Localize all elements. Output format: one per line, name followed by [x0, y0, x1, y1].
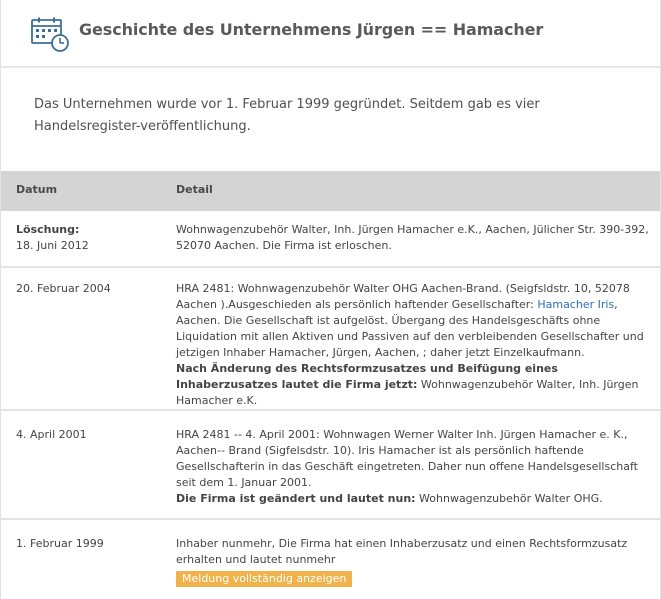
date-cell: 4. April 2001 [16, 427, 166, 443]
table-header: Datum Detail [1, 171, 660, 211]
date-value: 4. April 2001 [16, 428, 87, 441]
column-header-datum: Datum [16, 183, 58, 196]
detail-text: HRA 2481 -- 4. April 2001: Wohnwagen Wer… [176, 428, 638, 489]
detail-cell: HRA 2481 -- 4. April 2001: Wohnwagen Wer… [176, 427, 656, 507]
date-value: 20. Februar 2004 [16, 282, 111, 295]
detail-text: Inhaber nunmehr, Die Firma hat einen Inh… [176, 537, 628, 566]
page: Geschichte des Unternehmens Jürgen == Ha… [0, 0, 661, 599]
table-row: 4. April 2001 HRA 2481 -- 4. April 2001:… [1, 411, 660, 520]
page-title: Geschichte des Unternehmens Jürgen == Ha… [79, 20, 544, 39]
date-cell: 1. Februar 1999 [16, 536, 166, 552]
deletion-label: Löschung: [16, 223, 80, 236]
calendar-clock-icon [31, 17, 69, 52]
date-value: 1. Februar 1999 [16, 537, 104, 550]
column-header-detail: Detail [176, 183, 213, 196]
detail-text: Wohnwagenzubehör Walter, Inh. Jürgen Ham… [176, 223, 649, 252]
show-full-message-button[interactable]: Meldung vollständig anzeigen [176, 571, 353, 587]
date-cell: 20. Februar 2004 [16, 281, 166, 297]
table-row: Löschung: 18. Juni 2012 Wohnwagenzubehör… [1, 211, 660, 268]
table-row: 20. Februar 2004 HRA 2481: Wohnwagenzube… [1, 268, 660, 411]
history-panel: Das Unternehmen wurde vor 1. Februar 199… [0, 68, 661, 599]
detail-text: Wohnwagenzubehör Walter OHG. [415, 492, 603, 505]
detail-cell: Inhaber nunmehr, Die Firma hat einen Inh… [176, 536, 656, 587]
detail-cell: Wohnwagenzubehör Walter, Inh. Jürgen Ham… [176, 222, 656, 254]
table-row: 1. Februar 1999 Inhaber nunmehr, Die Fir… [1, 520, 660, 599]
detail-bold-text: Die Firma ist geändert und lautet nun: [176, 492, 416, 505]
date-value: 18. Juni 2012 [16, 239, 89, 252]
history-header: Geschichte des Unternehmens Jürgen == Ha… [0, 0, 661, 67]
intro-text: Das Unternehmen wurde vor 1. Februar 199… [34, 97, 540, 134]
person-link[interactable]: Hamacher Iris [537, 298, 614, 311]
detail-cell: HRA 2481: Wohnwagenzubehör Walter OHG Aa… [176, 281, 656, 409]
date-cell: Löschung: 18. Juni 2012 [16, 222, 166, 254]
